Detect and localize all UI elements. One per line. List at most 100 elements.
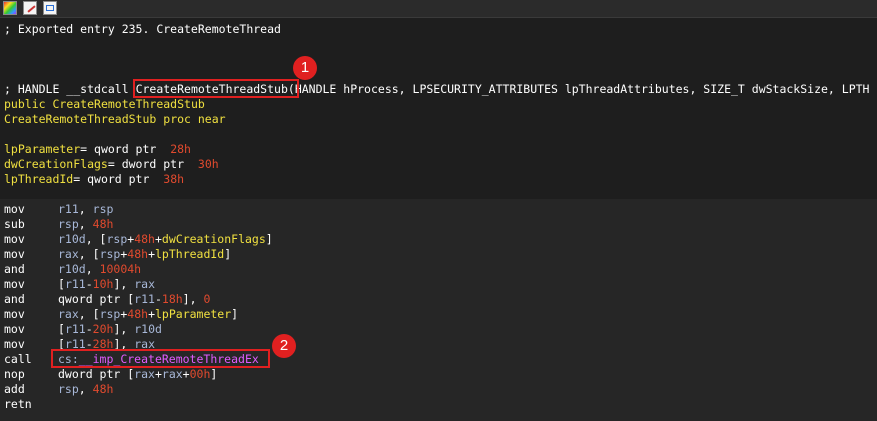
local-var-type: = dword ptr — [107, 157, 185, 171]
instruction-line[interactable]: and r10d, 10004h — [0, 262, 877, 277]
operand-text: ], — [113, 322, 135, 336]
operand-register: rsp — [99, 307, 121, 321]
instruction-mnemonic: mov — [4, 247, 25, 261]
instruction-mnemonic: retn — [4, 397, 32, 411]
local-var-line: lpThreadId= qword ptr 38h — [0, 172, 877, 187]
operand-text: , — [78, 382, 93, 396]
local-var-name[interactable]: lpParameter — [4, 142, 80, 156]
export-comment: ; Exported entry 235. CreateRemoteThread — [4, 22, 281, 36]
public-line: public CreateRemoteThreadStub — [0, 97, 877, 112]
instruction-mnemonic: mov — [4, 277, 25, 291]
prototype-params: (HANDLE hProcess, LPSECURITY_ATTRIBUTES … — [287, 82, 870, 96]
instruction-line[interactable]: mov r10d, [rsp+48h+dwCreationFlags] — [0, 232, 877, 247]
local-var-type: = qword ptr — [73, 172, 150, 186]
operand-number: 48h — [92, 217, 114, 231]
public-keyword: public — [4, 97, 46, 111]
operand-number: 48h — [127, 307, 149, 321]
instruction-mnemonic: and — [4, 262, 25, 276]
instruction-mnemonic: mov — [4, 322, 25, 336]
operand-text: qword ptr [ — [58, 292, 135, 306]
graph-icon[interactable] — [43, 1, 57, 15]
instruction-mnemonic: mov — [4, 337, 25, 351]
instruction-line[interactable]: mov [r11-10h], rax — [0, 277, 877, 292]
proc-keyword: proc near — [163, 112, 226, 126]
operand-text: - — [85, 322, 93, 336]
callout-box-1 — [133, 79, 299, 98]
operand-register: rsp — [99, 247, 121, 261]
instruction-mnemonic: and — [4, 292, 25, 306]
instruction-mnemonic: mov — [4, 232, 25, 246]
proc-line: CreateRemoteThreadStub proc near — [0, 112, 877, 127]
instruction-line[interactable]: retn — [0, 397, 877, 412]
operand-register: r10d — [58, 232, 86, 246]
operand-number: 20h — [92, 322, 114, 336]
operand-register: rax — [58, 247, 79, 261]
proc-name[interactable]: CreateRemoteThreadStub — [4, 112, 156, 126]
operand-register: rsp — [58, 217, 79, 231]
callout-badge-2: 2 — [272, 334, 296, 358]
operand-text: - — [85, 277, 93, 291]
operand-text: , [ — [85, 232, 107, 246]
operand-number: 48h — [127, 247, 149, 261]
operand-number: 48h — [92, 382, 114, 396]
operand-register: r11 — [58, 202, 79, 216]
operand-variable[interactable]: dwCreationFlags — [162, 232, 266, 246]
local-var-offset: 30h — [197, 157, 219, 171]
disassembly-toolbar — [0, 0, 877, 18]
instruction-line[interactable]: mov [r11-20h], r10d — [0, 322, 877, 337]
local-var-type: = qword ptr — [80, 142, 157, 156]
instruction-mnemonic: nop — [4, 367, 25, 381]
public-name[interactable]: CreateRemoteThreadStub — [52, 97, 204, 111]
instruction-mnemonic: mov — [4, 202, 25, 216]
operand-text: ] — [210, 367, 218, 381]
operand-text: , [ — [78, 247, 100, 261]
instruction-line[interactable]: mov r11, rsp — [0, 202, 877, 217]
operand-register: r10d — [134, 322, 162, 336]
operand-number: 00h — [189, 367, 211, 381]
instruction-mnemonic: call — [4, 352, 32, 366]
instruction-line[interactable]: sub rsp, 48h — [0, 217, 877, 232]
operand-number: 10004h — [99, 262, 142, 276]
edit-icon[interactable] — [23, 1, 37, 15]
operand-variable[interactable]: lpParameter — [155, 307, 231, 321]
local-var-line: dwCreationFlags= dword ptr 30h — [0, 157, 877, 172]
operand-text: + — [148, 247, 155, 261]
operand-text: , — [85, 262, 100, 276]
local-var-offset: 38h — [163, 172, 185, 186]
operand-text: [ — [58, 277, 65, 291]
callout-box-2 — [51, 349, 270, 368]
local-var-name[interactable]: dwCreationFlags — [4, 157, 108, 171]
operand-register: rax — [161, 367, 183, 381]
operand-register: rsp — [58, 382, 79, 396]
operand-text: , — [78, 202, 93, 216]
instruction-line[interactable]: mov rax, [rsp+48h+lpThreadId] — [0, 247, 877, 262]
local-var-name[interactable]: lpThreadId — [4, 172, 73, 186]
operand-text: dword ptr [ — [58, 367, 135, 381]
operand-register: rsp — [92, 202, 114, 216]
local-var-line: lpParameter= qword ptr 28h — [0, 142, 877, 157]
instruction-mnemonic: add — [4, 382, 25, 396]
operand-text: + — [182, 367, 190, 381]
operand-register: rax — [134, 277, 155, 291]
operand-text: ], — [113, 277, 135, 291]
instruction-line[interactable]: nop dword ptr [rax+rax+00h] — [0, 367, 877, 382]
operand-register: rax — [58, 307, 79, 321]
local-var-offset: 28h — [170, 142, 191, 156]
operand-number: 48h — [134, 232, 155, 246]
instruction-line[interactable]: mov rax, [rsp+48h+lpParameter] — [0, 307, 877, 322]
operand-variable[interactable]: lpThreadId — [155, 247, 224, 261]
instruction-line[interactable]: add rsp, 48h — [0, 382, 877, 397]
operand-number: 18h — [161, 292, 183, 306]
operand-text: + — [154, 232, 162, 246]
operand-text: ] — [231, 307, 239, 321]
operand-register: r11 — [134, 292, 155, 306]
operand-text: , [ — [78, 307, 100, 321]
operand-register: r11 — [64, 322, 86, 336]
operand-register: r10d — [58, 262, 86, 276]
callout-badge-1: 1 — [293, 56, 317, 80]
operand-text: ] — [265, 232, 273, 246]
operand-text: + — [148, 307, 155, 321]
instruction-line[interactable]: and qword ptr [r11-18h], 0 — [0, 292, 877, 307]
palette-icon[interactable] — [3, 1, 17, 15]
prototype-line: ; HANDLE __stdcall CreateRemoteThreadStu… — [0, 82, 877, 97]
